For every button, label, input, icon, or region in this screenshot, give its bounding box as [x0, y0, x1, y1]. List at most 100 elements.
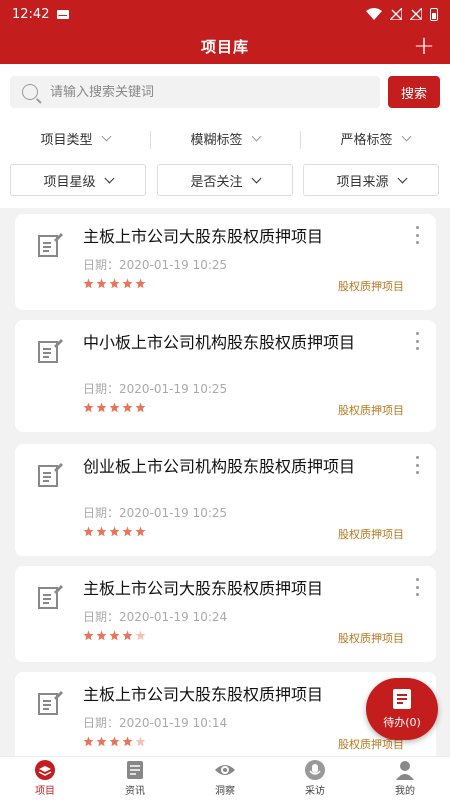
eye-icon	[215, 765, 235, 775]
filter-label: 项目来源	[336, 174, 389, 190]
project-card[interactable]: 主板上市公司大股东股权质押项目 日期：2020-01-19 10:25 股权质押…	[15, 214, 436, 310]
more-options-icon[interactable]	[414, 456, 420, 474]
signal-off-icon	[410, 8, 422, 20]
filter-label: 项目星级	[43, 174, 96, 190]
bottom-tab-bar: 项目 资讯 洞察 采访 我的	[0, 756, 450, 800]
header: 项目库 +	[0, 28, 450, 64]
document-edit-icon	[38, 691, 63, 715]
filter-strict-tag[interactable]: 严格标签	[300, 129, 450, 149]
star-rating	[83, 526, 146, 537]
more-options-icon[interactable]	[414, 332, 420, 350]
more-options-icon[interactable]	[414, 226, 420, 244]
star-icon	[135, 526, 146, 537]
microphone-icon	[305, 760, 325, 780]
star-icon	[122, 402, 133, 413]
filter-followed[interactable]: 是否关注	[157, 164, 293, 196]
filter-project-source[interactable]: 项目来源	[303, 164, 439, 196]
add-button[interactable]: +	[410, 32, 438, 60]
project-tag: 股权质押项目	[338, 528, 404, 541]
star-icon	[109, 736, 120, 747]
wifi-icon	[366, 8, 382, 20]
project-card[interactable]: 创业板上市公司机构股东股权质押项目 日期：2020-01-19 10:25 股权…	[15, 444, 436, 556]
star-icon	[96, 736, 107, 747]
tab-projects[interactable]: 项目	[0, 757, 90, 800]
tab-interview[interactable]: 采访	[270, 757, 360, 800]
star-rating	[83, 736, 146, 747]
project-tag: 股权质押项目	[338, 404, 404, 417]
star-icon	[96, 526, 107, 537]
chevron-down-icon	[104, 173, 114, 183]
project-card[interactable]: 中小板上市公司机构股东股权质押项目 日期：2020-01-19 10:25 股权…	[15, 320, 436, 432]
star-icon	[83, 736, 94, 747]
chevron-down-icon	[251, 131, 261, 141]
document-edit-icon	[38, 463, 63, 487]
tab-label: 项目	[35, 786, 55, 797]
user-icon	[396, 761, 414, 780]
search-bar: 搜索	[0, 64, 450, 120]
news-icon	[127, 761, 143, 779]
signal-off-icon	[390, 8, 402, 20]
filter-label: 严格标签	[340, 132, 393, 148]
tab-mine[interactable]: 我的	[360, 757, 450, 800]
star-icon	[135, 278, 146, 289]
star-icon	[96, 630, 107, 641]
search-box[interactable]	[10, 76, 380, 108]
star-icon	[109, 278, 120, 289]
filter-project-rating[interactable]: 项目星级	[10, 164, 146, 196]
star-rating	[83, 630, 146, 641]
star-icon	[135, 736, 146, 747]
star-icon	[122, 278, 133, 289]
tab-insight[interactable]: 洞察	[180, 757, 270, 800]
chevron-down-icon	[397, 173, 407, 183]
search-input[interactable]	[50, 84, 350, 100]
project-title: 创业板上市公司机构股东股权质押项目	[83, 457, 356, 476]
layers-icon	[35, 760, 55, 780]
star-icon	[109, 630, 120, 641]
project-tag: 股权质押项目	[338, 280, 404, 293]
clipboard-icon	[393, 689, 411, 709]
tab-news[interactable]: 资讯	[90, 757, 180, 800]
project-date: 日期：2020-01-19 10:25	[83, 382, 228, 396]
chevron-down-icon	[101, 131, 111, 141]
todo-fab-button[interactable]: 待办(0)	[366, 678, 438, 740]
more-options-icon[interactable]	[414, 578, 420, 596]
search-icon	[22, 84, 38, 100]
star-icon	[83, 278, 94, 289]
star-icon	[83, 402, 94, 413]
star-icon	[83, 630, 94, 641]
status-time: 12:42	[12, 6, 50, 22]
star-rating	[83, 402, 146, 413]
project-title: 主板上市公司大股东股权质押项目	[83, 579, 324, 598]
project-card[interactable]: 主板上市公司大股东股权质押项目 日期：2020-01-19 10:24 股权质押…	[15, 566, 436, 662]
project-title: 中小板上市公司机构股东股权质押项目	[83, 333, 356, 352]
star-icon	[122, 630, 133, 641]
project-title: 主板上市公司大股东股权质押项目	[83, 227, 324, 246]
filter-label: 项目类型	[40, 132, 93, 148]
document-edit-icon	[38, 585, 63, 609]
filter-row-tags: 项目类型 模糊标签 严格标签	[0, 120, 450, 156]
filter-fuzzy-tag[interactable]: 模糊标签	[150, 129, 300, 149]
star-icon	[122, 526, 133, 537]
status-bar: 12:42	[0, 0, 450, 28]
project-list: 主板上市公司大股东股权质押项目 日期：2020-01-19 10:25 股权质押…	[0, 208, 450, 756]
project-date: 日期：2020-01-19 10:25	[83, 258, 228, 272]
search-button[interactable]: 搜索	[388, 76, 440, 108]
star-icon	[96, 278, 107, 289]
star-icon	[122, 736, 133, 747]
chevron-down-icon	[401, 131, 411, 141]
filter-project-type[interactable]: 项目类型	[0, 129, 150, 148]
battery-icon	[430, 7, 438, 21]
tab-label: 采访	[305, 786, 325, 797]
star-icon	[109, 402, 120, 413]
project-date: 日期：2020-01-19 10:25	[83, 506, 228, 520]
page-title: 项目库	[200, 37, 249, 56]
tab-label: 洞察	[215, 786, 235, 797]
filter-label: 是否关注	[190, 174, 243, 190]
star-icon	[135, 630, 146, 641]
project-date: 日期：2020-01-19 10:24	[83, 610, 228, 624]
star-icon	[135, 402, 146, 413]
chevron-down-icon	[251, 173, 261, 183]
star-icon	[83, 526, 94, 537]
filter-row-dropdowns: 项目星级 是否关注 项目来源	[0, 156, 450, 208]
project-title: 主板上市公司大股东股权质押项目	[83, 685, 324, 704]
